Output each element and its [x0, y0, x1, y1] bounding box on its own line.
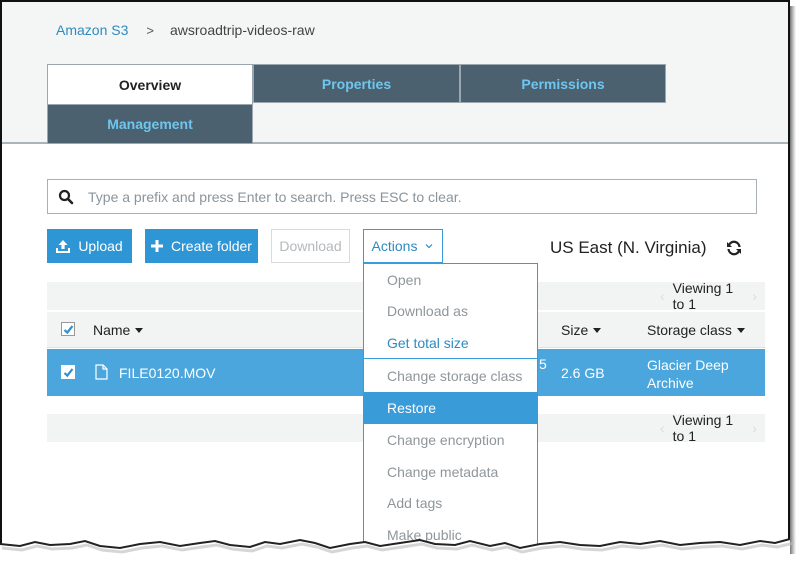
storage-class-line1: Glacier Deep [647, 357, 729, 373]
last-modified-fragment: 5 [539, 356, 547, 372]
pager-prev-bottom[interactable]: ‹ [660, 420, 665, 436]
pager-prev-top[interactable]: ‹ [660, 288, 665, 304]
column-storage-class-label: Storage class [647, 322, 732, 338]
pager-next-top[interactable]: › [752, 288, 757, 304]
checkmark-icon [63, 367, 73, 377]
torn-edge-decoration [0, 538, 795, 562]
column-header-size[interactable]: Size [561, 312, 602, 348]
sort-caret-icon [736, 327, 745, 333]
breadcrumb-amazon-s3[interactable]: Amazon S3 [56, 22, 128, 38]
column-header-storage-class[interactable]: Storage class [647, 312, 745, 348]
menu-item-change-encryption[interactable]: Change encryption [364, 424, 537, 456]
menu-item-download-as[interactable]: Download as [364, 295, 537, 327]
tab-overview[interactable]: Overview [47, 64, 253, 105]
upload-icon [56, 239, 71, 253]
select-all-checkbox[interactable] [61, 322, 75, 336]
create-folder-label: Create folder [171, 238, 252, 254]
s3-console-window: Amazon S3 > awsroadtrip-videos-raw Overv… [0, 0, 790, 556]
actions-menu: Open Download as Get total size Change s… [363, 263, 538, 556]
tab-properties[interactable]: Properties [253, 64, 460, 103]
actions-dropdown-button[interactable]: Actions [363, 229, 443, 263]
menu-item-change-metadata[interactable]: Change metadata [364, 456, 537, 488]
region-label: US East (N. Virginia) [550, 238, 707, 257]
search-input[interactable] [88, 188, 756, 205]
breadcrumb-bucket-name: awsroadtrip-videos-raw [169, 22, 315, 38]
upload-button[interactable]: Upload [47, 229, 132, 263]
sort-caret-icon [593, 327, 602, 333]
refresh-icon[interactable] [726, 240, 742, 256]
tab-permissions[interactable]: Permissions [460, 64, 666, 103]
file-size: 2.6 GB [561, 365, 605, 381]
file-icon [95, 364, 108, 380]
actions-label: Actions [371, 238, 418, 254]
breadcrumb: Amazon S3 > awsroadtrip-videos-raw [56, 22, 315, 38]
menu-item-open[interactable]: Open [364, 264, 537, 296]
bucket-header: Amazon S3 > awsroadtrip-videos-raw Overv… [2, 2, 788, 144]
create-folder-button[interactable]: Create folder [145, 229, 258, 263]
column-name-label: Name [93, 322, 131, 338]
column-header-name[interactable]: Name [93, 312, 144, 348]
pager-next-bottom[interactable]: › [752, 420, 757, 436]
pager-top: ‹ Viewing 1 to 1 › [652, 280, 765, 312]
sort-caret-icon [135, 327, 144, 333]
pager-bottom: ‹ Viewing 1 to 1 › [652, 412, 765, 444]
plus-icon [151, 240, 164, 252]
pager-text-bottom: Viewing 1 to 1 [672, 412, 734, 444]
download-button[interactable]: Download [271, 229, 350, 263]
column-size-label: Size [561, 322, 589, 338]
menu-divider [364, 358, 537, 359]
menu-item-add-tags[interactable]: Add tags [364, 487, 537, 519]
search-icon [58, 189, 74, 204]
tab-management[interactable]: Management [47, 104, 253, 144]
search-field[interactable] [47, 179, 757, 214]
file-name-link[interactable]: FILE0120.MOV [119, 365, 216, 381]
storage-class-line2: Archive [647, 375, 694, 391]
storage-class: Glacier Deep Archive [647, 356, 729, 392]
checkmark-icon [63, 324, 73, 334]
menu-item-restore[interactable]: Restore [364, 392, 537, 424]
menu-item-get-total-size[interactable]: Get total size [364, 327, 537, 359]
upload-label: Upload [78, 238, 123, 254]
menu-item-change-storage-class[interactable]: Change storage class [364, 360, 537, 392]
pager-text-top: Viewing 1 to 1 [672, 280, 734, 312]
frame-shadow [790, 6, 796, 554]
breadcrumb-separator: > [146, 22, 154, 38]
chevron-down-icon [426, 244, 433, 249]
row-checkbox[interactable] [61, 365, 75, 379]
